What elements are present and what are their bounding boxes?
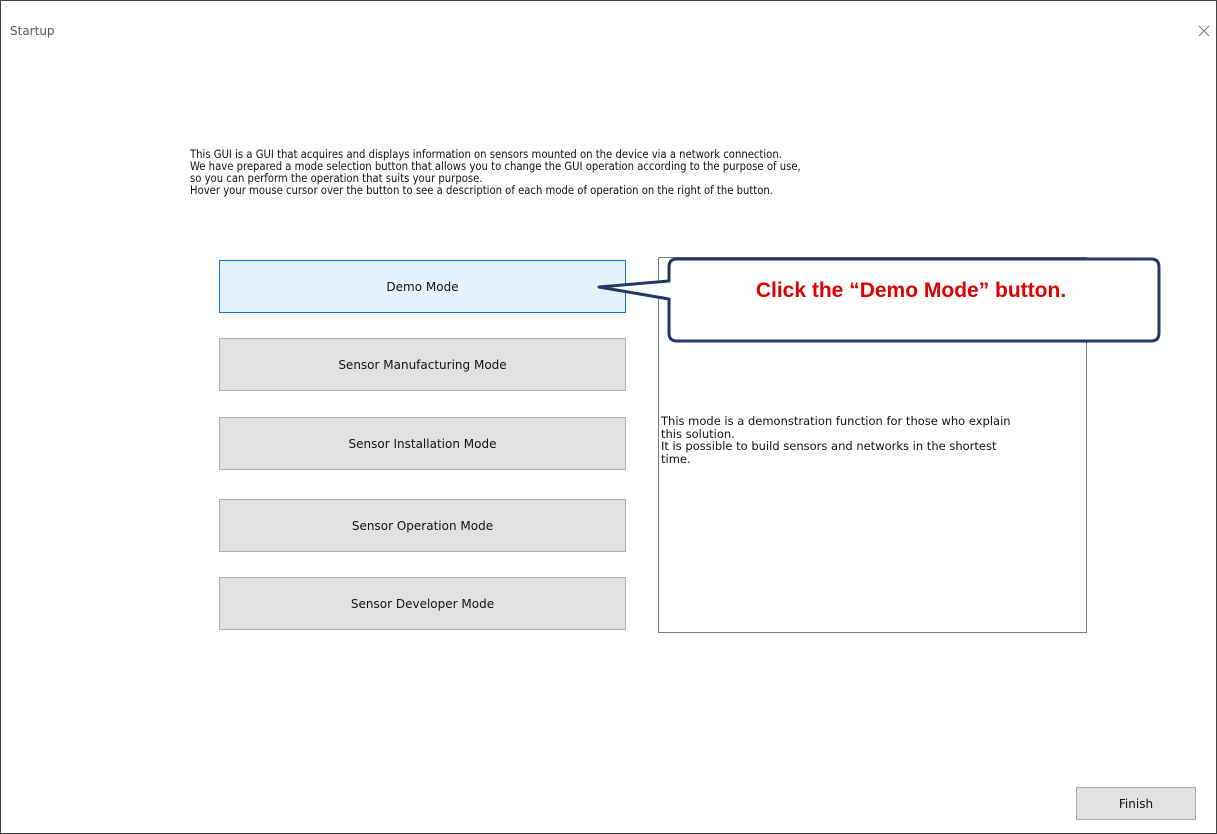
description-line: It is possible to build sensors and netw…	[661, 439, 997, 453]
finish-button[interactable]: Finish	[1076, 787, 1196, 820]
description-line: This mode is a demonstration function fo…	[661, 414, 1011, 428]
close-icon[interactable]	[1196, 23, 1212, 39]
mode-description-text: This mode is a demonstration function fo…	[661, 415, 1085, 465]
sensor-operation-mode-button[interactable]: Sensor Operation Mode	[219, 499, 626, 552]
description-line: time.	[661, 451, 691, 466]
sensor-manufacturing-mode-button[interactable]: Sensor Manufacturing Mode	[219, 338, 626, 391]
sensor-developer-mode-button[interactable]: Sensor Developer Mode	[219, 577, 626, 630]
intro-text: This GUI is a GUI that acquires and disp…	[190, 149, 801, 197]
title-bar: Startup	[1, 1, 1216, 38]
intro-line: Hover your mouse cursor over the button …	[190, 184, 773, 197]
window-title: Startup	[10, 24, 55, 38]
callout-instruction: Click the “Demo Mode” button.	[755, 279, 1067, 302]
startup-window: Startup This GUI is a GUI that acquires …	[0, 0, 1217, 834]
demo-mode-button[interactable]: Demo Mode	[219, 260, 626, 313]
sensor-installation-mode-button[interactable]: Sensor Installation Mode	[219, 417, 626, 470]
